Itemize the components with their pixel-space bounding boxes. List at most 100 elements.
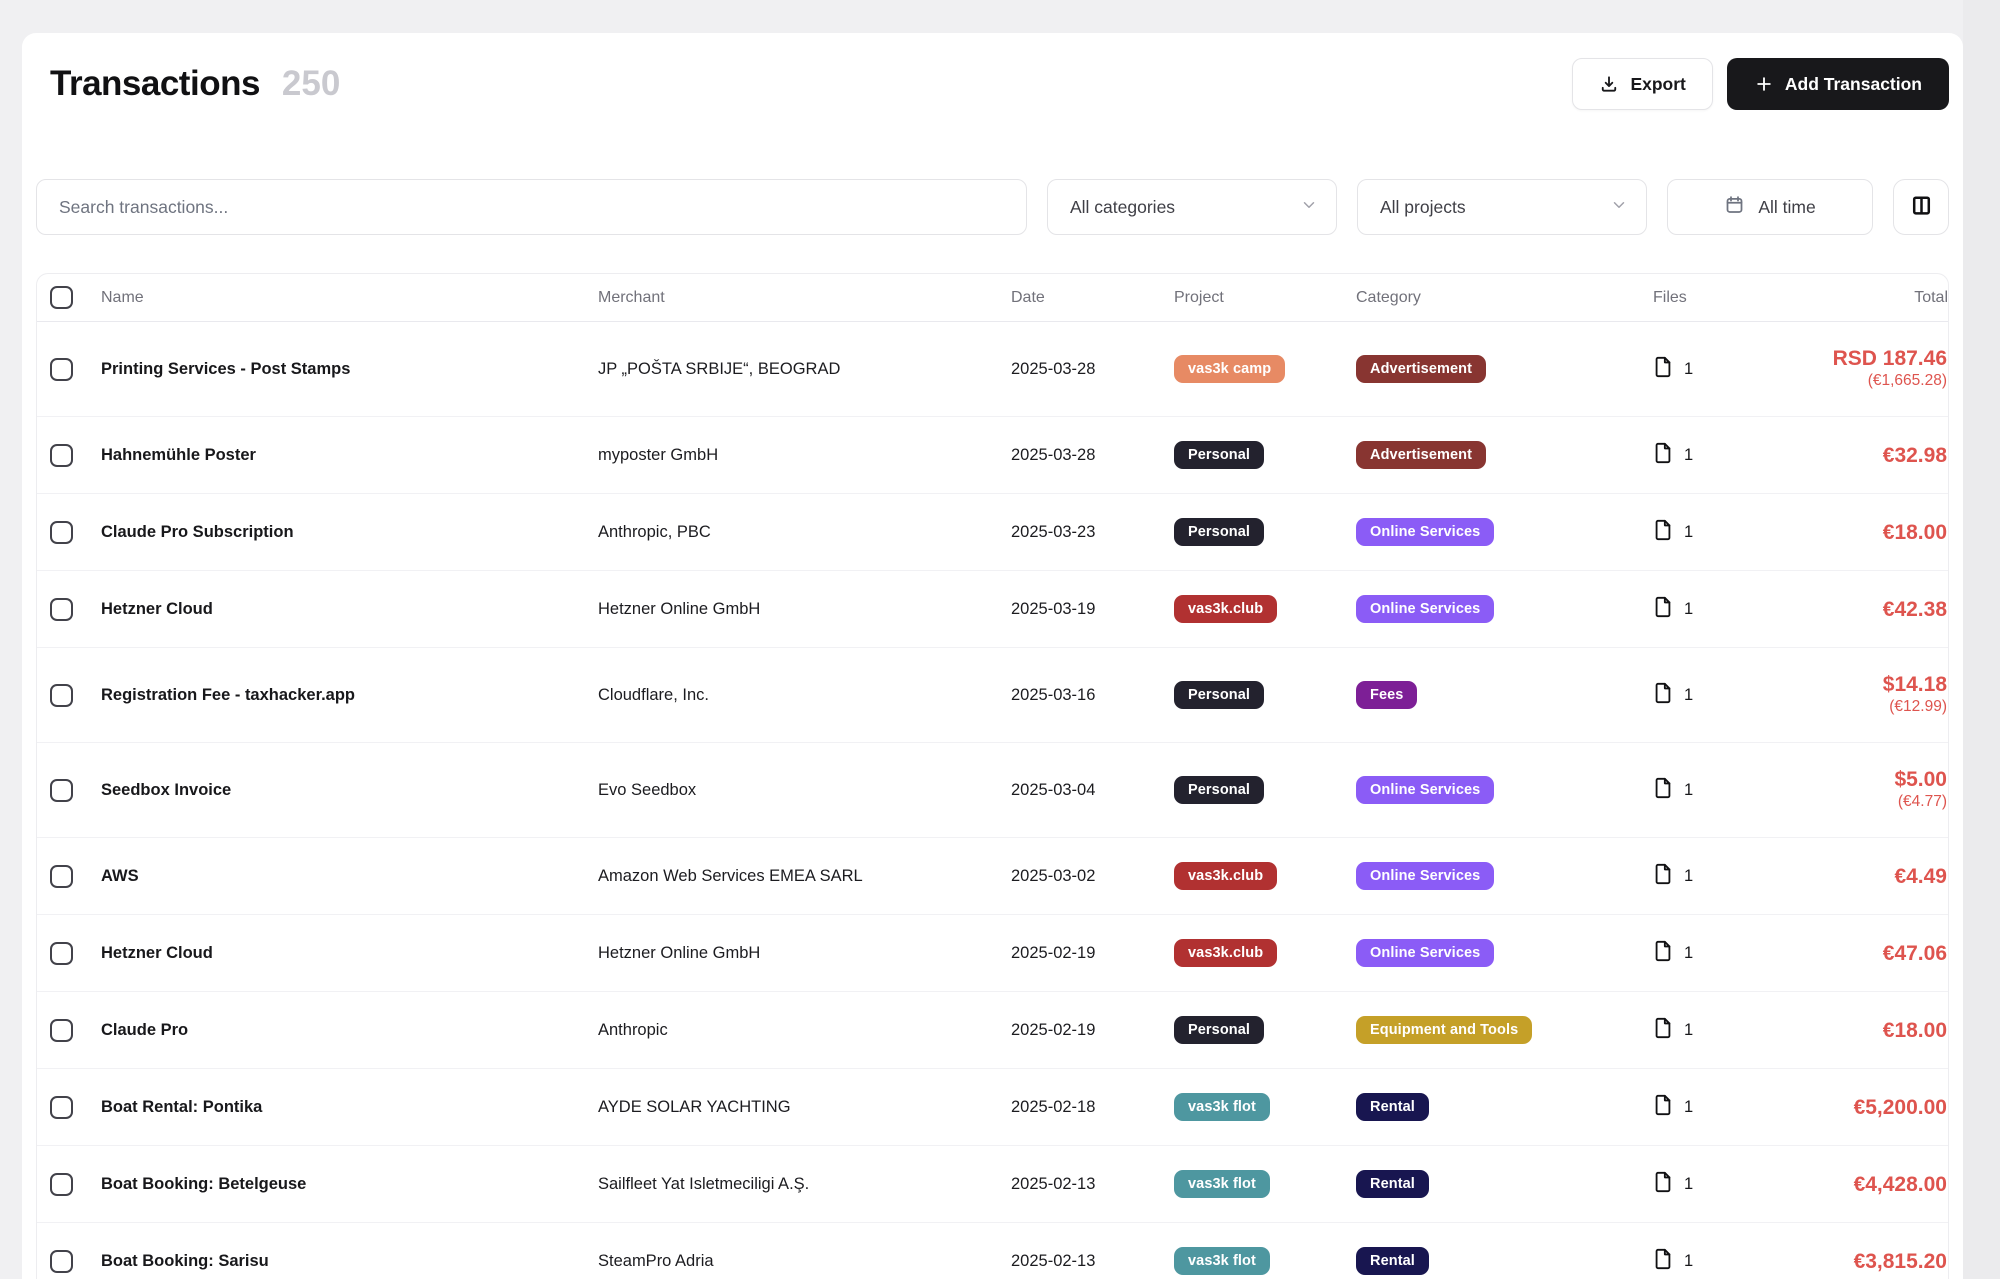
add-transaction-button-label: Add Transaction — [1785, 74, 1922, 95]
project-badge: Personal — [1174, 681, 1264, 709]
file-icon — [1653, 356, 1673, 383]
chevron-down-icon — [1610, 196, 1628, 219]
table-header-row: Name Merchant Date Project Category File… — [37, 274, 1948, 322]
category-badge: Online Services — [1356, 595, 1494, 623]
table-row[interactable]: Claude Pro Subscription Anthropic, PBC 2… — [37, 494, 1948, 571]
column-header-project[interactable]: Project — [1174, 289, 1356, 307]
transaction-name: Claude Pro Subscription — [101, 523, 598, 542]
row-checkbox[interactable] — [50, 358, 73, 381]
column-header-merchant[interactable]: Merchant — [598, 289, 1011, 307]
categories-filter[interactable]: All categories — [1047, 179, 1337, 235]
file-icon — [1653, 777, 1673, 804]
transaction-merchant: Cloudflare, Inc. — [598, 686, 1011, 705]
transaction-total: €32.98 — [1793, 443, 1948, 468]
total-primary: €4,428.00 — [1793, 1172, 1947, 1197]
table-row[interactable]: Printing Services - Post Stamps JP „POŠT… — [37, 322, 1948, 417]
column-header-total[interactable]: Total — [1793, 289, 1948, 307]
column-header-date[interactable]: Date — [1011, 289, 1174, 307]
total-primary: €18.00 — [1793, 1018, 1947, 1043]
table-row[interactable]: Hetzner Cloud Hetzner Online GmbH 2025-0… — [37, 571, 1948, 648]
file-icon — [1653, 1017, 1673, 1044]
filter-bar: All categories All projects All time — [36, 179, 1949, 235]
transaction-date: 2025-02-19 — [1011, 944, 1174, 963]
row-checkbox[interactable] — [50, 684, 73, 707]
row-checkbox[interactable] — [50, 1096, 73, 1119]
category-badge: Fees — [1356, 681, 1417, 709]
table-row[interactable]: Hetzner Cloud Hetzner Online GmbH 2025-0… — [37, 915, 1948, 992]
transaction-total: €4.49 — [1793, 864, 1948, 889]
column-header-files[interactable]: Files — [1653, 289, 1793, 307]
file-count: 1 — [1684, 781, 1693, 800]
file-count: 1 — [1684, 360, 1693, 379]
file-count: 1 — [1684, 1175, 1693, 1194]
search-input[interactable] — [36, 179, 1027, 235]
row-checkbox[interactable] — [50, 1173, 73, 1196]
category-badge: Online Services — [1356, 776, 1494, 804]
file-count: 1 — [1684, 1021, 1693, 1040]
row-checkbox[interactable] — [50, 779, 73, 802]
table-row[interactable]: Boat Booking: Betelgeuse Sailfleet Yat I… — [37, 1146, 1948, 1223]
column-header-category[interactable]: Category — [1356, 289, 1653, 307]
category-badge: Rental — [1356, 1093, 1429, 1121]
file-icon — [1653, 863, 1673, 890]
table-body: Printing Services - Post Stamps JP „POŠT… — [37, 322, 1948, 1279]
row-checkbox[interactable] — [50, 444, 73, 467]
total-secondary: (€12.99) — [1793, 697, 1947, 718]
table-row[interactable]: Claude Pro Anthropic 2025-02-19 Personal… — [37, 992, 1948, 1069]
project-badge: Personal — [1174, 518, 1264, 546]
projects-filter[interactable]: All projects — [1357, 179, 1647, 235]
download-icon — [1599, 74, 1619, 94]
time-filter[interactable]: All time — [1667, 179, 1873, 235]
row-checkbox[interactable] — [50, 598, 73, 621]
transactions-card: Transactions 250 Export Add Transaction — [22, 33, 1963, 1279]
total-secondary: (€4.77) — [1793, 792, 1947, 813]
table-row[interactable]: Boat Booking: Sarisu SteamPro Adria 2025… — [37, 1223, 1948, 1279]
table-row[interactable]: Hahnemühle Poster myposter GmbH 2025-03-… — [37, 417, 1948, 494]
transaction-name: Boat Booking: Sarisu — [101, 1252, 598, 1271]
total-primary: €5,200.00 — [1793, 1095, 1947, 1120]
file-count: 1 — [1684, 867, 1693, 886]
select-all-checkbox[interactable] — [50, 286, 73, 309]
table-row[interactable]: Seedbox Invoice Evo Seedbox 2025-03-04 P… — [37, 743, 1948, 838]
project-badge: vas3k.club — [1174, 939, 1277, 967]
row-checkbox[interactable] — [50, 1250, 73, 1273]
transaction-total: $14.18 (€12.99) — [1793, 672, 1948, 718]
transaction-name: Printing Services - Post Stamps — [101, 360, 598, 379]
total-primary: €47.06 — [1793, 941, 1947, 966]
transaction-total: €4,428.00 — [1793, 1172, 1948, 1197]
column-header-name[interactable]: Name — [101, 289, 598, 307]
file-icon — [1653, 596, 1673, 623]
total-primary: €3,815.20 — [1793, 1249, 1947, 1274]
transaction-merchant: myposter GmbH — [598, 446, 1011, 465]
transaction-merchant: SteamPro Adria — [598, 1252, 1011, 1271]
file-icon — [1653, 940, 1673, 967]
transaction-date: 2025-03-23 — [1011, 523, 1174, 542]
table-row[interactable]: Boat Rental: Pontika AYDE SOLAR YACHTING… — [37, 1069, 1948, 1146]
transaction-date: 2025-03-16 — [1011, 686, 1174, 705]
chevron-down-icon — [1300, 196, 1318, 219]
row-checkbox[interactable] — [50, 865, 73, 888]
file-icon — [1653, 519, 1673, 546]
transaction-name: Boat Booking: Betelgeuse — [101, 1175, 598, 1194]
page-header: Transactions 250 Export Add Transaction — [36, 55, 1949, 113]
transaction-total: €3,815.20 — [1793, 1249, 1948, 1274]
project-badge: vas3k.club — [1174, 862, 1277, 890]
add-transaction-button[interactable]: Add Transaction — [1727, 58, 1949, 110]
file-count: 1 — [1684, 1098, 1693, 1117]
transaction-date: 2025-03-19 — [1011, 600, 1174, 619]
table-row[interactable]: Registration Fee - taxhacker.app Cloudfl… — [37, 648, 1948, 743]
table-row[interactable]: AWS Amazon Web Services EMEA SARL 2025-0… — [37, 838, 1948, 915]
file-icon — [1653, 1171, 1673, 1198]
export-button[interactable]: Export — [1572, 58, 1712, 110]
scrollbar-track[interactable] — [1963, 0, 2000, 1279]
file-count: 1 — [1684, 600, 1693, 619]
transaction-total: RSD 187.46 (€1,665.28) — [1793, 346, 1948, 392]
total-primary: €42.38 — [1793, 597, 1947, 622]
file-count: 1 — [1684, 523, 1693, 542]
row-checkbox[interactable] — [50, 942, 73, 965]
row-checkbox[interactable] — [50, 1019, 73, 1042]
project-badge: vas3k flot — [1174, 1170, 1270, 1198]
transaction-merchant: Anthropic — [598, 1021, 1011, 1040]
columns-toggle-button[interactable] — [1893, 179, 1949, 235]
row-checkbox[interactable] — [50, 521, 73, 544]
